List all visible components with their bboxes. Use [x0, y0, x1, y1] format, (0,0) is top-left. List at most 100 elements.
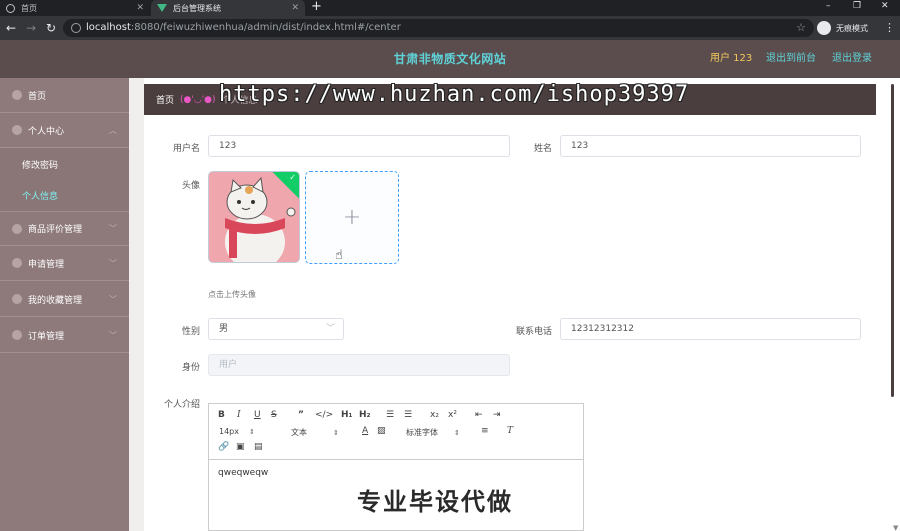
globe-icon: [6, 3, 15, 13]
upload-hint: 点击上传头像: [208, 290, 256, 299]
underline-icon[interactable]: U: [254, 410, 261, 420]
header-2-icon[interactable]: H₂: [359, 410, 370, 420]
text-style-value: 文本: [291, 428, 307, 437]
bookmark-star-icon[interactable]: ☆: [796, 19, 806, 37]
site-title: 甘肃非物质文化网站: [393, 52, 507, 66]
video-icon[interactable]: ▤: [254, 442, 263, 452]
sidebar-item-personal-info[interactable]: 个人信息: [0, 179, 129, 212]
superscript-icon[interactable]: x²: [448, 410, 457, 420]
image-icon[interactable]: ▣: [236, 442, 245, 452]
restore-icon[interactable]: ❐: [853, 0, 861, 13]
vue-logo-icon: [157, 4, 167, 12]
sidebar-item-label: 个人中心: [28, 126, 65, 137]
address-bar[interactable]: localhost:8080/feiwuzhiwenhua/admin/dist…: [63, 19, 814, 37]
content-gutter: [129, 78, 144, 531]
back-icon[interactable]: ←: [6, 20, 16, 36]
url-text: localhost:8080/feiwuzhiwenhua/admin/dist…: [86, 22, 401, 33]
menu-icon: [12, 294, 22, 304]
link-icon[interactable]: 🔗: [218, 442, 229, 452]
intro-label: 个人介绍: [163, 400, 200, 410]
chevron-down-icon: ﹀: [325, 324, 335, 334]
background-color-icon[interactable]: ▨: [377, 426, 386, 436]
chevron-updown-icon: ⇕: [333, 429, 339, 437]
menu-icon: [12, 258, 22, 268]
tab-title: 首页: [21, 3, 37, 13]
bullet-list-icon[interactable]: ☰: [404, 410, 412, 420]
editor-content[interactable]: qweqweqw: [218, 468, 268, 478]
identity-input: 用户: [208, 354, 510, 376]
sidebar-item-change-password[interactable]: 修改密码: [0, 148, 129, 181]
font-family-value: 标准字体: [406, 428, 438, 437]
gender-select[interactable]: 男 ﹀: [208, 318, 344, 340]
close-icon[interactable]: ✕: [136, 3, 144, 13]
header-1-icon[interactable]: H₁: [341, 410, 352, 420]
font-family-picker[interactable]: 标准字体 ⇕: [406, 427, 460, 438]
sidebar-item-label: 修改密码: [22, 161, 59, 171]
forward-icon[interactable]: →: [26, 20, 36, 36]
window-close-icon[interactable]: ✕: [881, 0, 889, 13]
incognito-indicator[interactable]: 无痕模式: [817, 19, 868, 37]
chevron-down-icon: ﹀: [109, 258, 117, 268]
reload-icon[interactable]: ↻: [46, 20, 56, 36]
breadcrumb-home[interactable]: 首页: [156, 93, 174, 106]
minimize-icon[interactable]: –: [826, 0, 831, 13]
text-color-icon[interactable]: A: [362, 426, 368, 436]
username-label: 用户名: [172, 144, 200, 154]
bold-icon[interactable]: B: [218, 410, 225, 420]
font-size-value: 14px: [219, 427, 239, 436]
back-to-front-link[interactable]: 退出到前台: [766, 40, 816, 78]
username-input[interactable]: 123: [208, 135, 510, 157]
sidebar-item-personal-center[interactable]: 个人中心 ︿: [0, 113, 129, 148]
browser-tab[interactable]: 首页 ✕: [0, 0, 150, 16]
plus-icon: +: [342, 205, 362, 230]
blockquote-icon[interactable]: ”: [298, 410, 304, 420]
chevron-updown-icon: ⇕: [454, 429, 460, 437]
gender-label: 性别: [181, 327, 200, 337]
incognito-label: 无痕模式: [836, 23, 868, 33]
browser-menu-icon[interactable]: ⋮: [884, 19, 895, 37]
indent-icon[interactable]: ⇥: [493, 410, 501, 420]
name-input[interactable]: 123: [560, 135, 861, 157]
sidebar-item-label: 首页: [28, 91, 47, 102]
user-icon: [12, 125, 22, 135]
font-size-picker[interactable]: 14px ⇕: [219, 427, 255, 436]
scroll-down-icon[interactable]: ▼: [893, 524, 898, 531]
outdent-icon[interactable]: ⇤: [475, 410, 483, 420]
mouse-pointer-icon: ☝: [335, 248, 343, 263]
tab-title: 后台管理系统: [173, 3, 221, 13]
sidebar-item-application-management[interactable]: 申请管理 ﹀: [0, 246, 129, 281]
align-icon[interactable]: ≡: [481, 426, 489, 436]
sidebar-item-label: 商品评价管理: [28, 225, 83, 235]
sidebar-item-home[interactable]: 首页: [0, 78, 129, 113]
ordered-list-icon[interactable]: ☰: [386, 410, 394, 420]
sidebar-item-label: 申请管理: [28, 259, 65, 270]
browser-toolbar: ← → ↻ localhost:8080/feiwuzhiwenhua/admi…: [0, 16, 900, 40]
strikethrough-icon[interactable]: S: [271, 410, 277, 420]
close-icon[interactable]: ✕: [291, 3, 299, 13]
phone-label: 联系电话: [515, 327, 552, 337]
avatar-upload-button[interactable]: +: [305, 171, 399, 264]
sidebar-item-order-management[interactable]: 订单管理 ﹀: [0, 318, 129, 353]
sidebar-item-favorites-management[interactable]: 我的收藏管理 ﹀: [0, 282, 129, 317]
breadcrumb-separator-emoticon: (●'◡'●): [180, 94, 216, 105]
subscript-icon[interactable]: x₂: [430, 410, 439, 420]
sidebar-item-label: 订单管理: [28, 331, 65, 342]
avatar-image[interactable]: ✓: [208, 171, 300, 263]
text-style-picker[interactable]: 文本 ⇕: [291, 427, 339, 438]
chevron-down-icon: ﹀: [109, 330, 117, 340]
chevron-up-icon: ︿: [109, 125, 117, 135]
info-icon[interactable]: [71, 23, 81, 33]
chevron-down-icon: ﹀: [109, 224, 117, 233]
code-block-icon[interactable]: </>: [315, 410, 333, 420]
watermark-text: https://www.huzhan.com/ishop39397: [219, 82, 690, 107]
menu-icon: [12, 330, 22, 340]
clear-format-icon[interactable]: T: [507, 426, 513, 436]
italic-icon[interactable]: I: [237, 410, 241, 420]
new-tab-button[interactable]: +: [311, 0, 322, 14]
browser-tab-active[interactable]: 后台管理系统 ✕: [151, 0, 305, 16]
sidebar-item-review-management[interactable]: 商品评价管理 ﹀: [0, 211, 129, 246]
page-scrollbar[interactable]: [891, 84, 894, 397]
phone-input[interactable]: 12312312312: [560, 318, 861, 340]
logout-link[interactable]: 退出登录: [832, 40, 872, 78]
sidebar: 首页 个人中心 ︿ 修改密码 个人信息 商品评价管理 ﹀ 申请管理 ﹀ 我的收藏…: [0, 78, 129, 531]
